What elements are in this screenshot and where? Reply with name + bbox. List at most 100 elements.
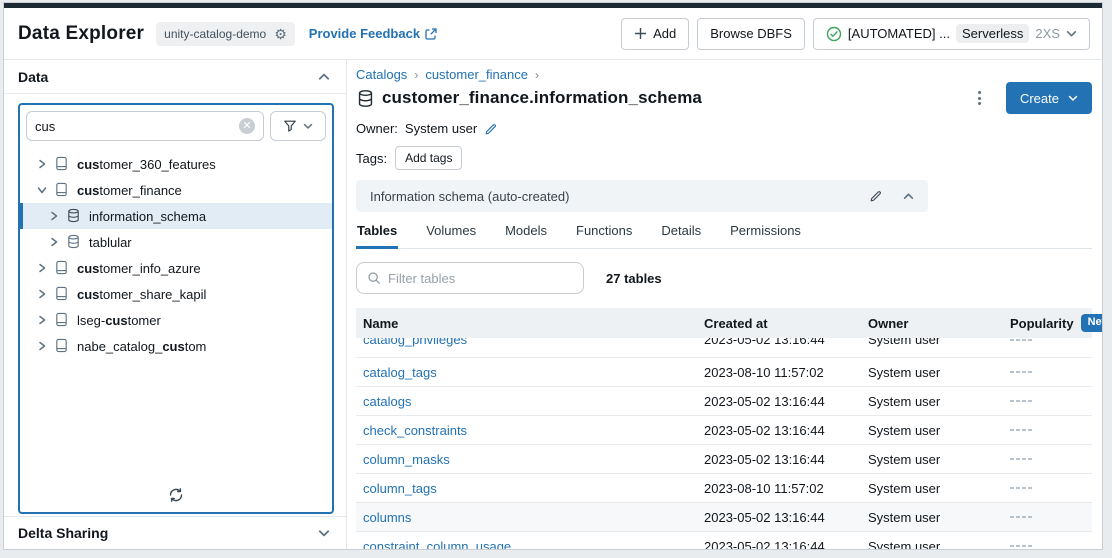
provide-feedback-label: Provide Feedback: [309, 26, 420, 41]
clear-search-icon[interactable]: ✕: [239, 118, 255, 134]
filter-tables-box[interactable]: [356, 262, 584, 294]
chevron-down-icon[interactable]: [34, 185, 50, 195]
tree-item[interactable]: lseg-customer: [20, 307, 332, 333]
delta-sharing-title: Delta Sharing: [18, 525, 108, 541]
table-header-row: NameCreated atOwnerPopularityNew: [356, 308, 1092, 338]
tables-count: 27 tables: [606, 271, 662, 286]
popularity-sparkline-placeholder: [1010, 429, 1092, 431]
table-row[interactable]: columns2023-05-02 13:16:44System user: [356, 503, 1092, 532]
workspace-badge-label: unity-catalog-demo: [164, 27, 266, 41]
tags-row: Tags: Add tags: [356, 146, 1092, 170]
tab-permissions[interactable]: Permissions: [729, 223, 802, 248]
column-header[interactable]: Created at: [704, 316, 868, 331]
owner-cell: System user: [868, 510, 1010, 525]
delta-sharing-section[interactable]: Delta Sharing: [4, 516, 346, 549]
tree-item[interactable]: customer_finance: [20, 177, 332, 203]
table-name-link[interactable]: check_constraints: [363, 423, 467, 438]
app-header: Data Explorer unity-catalog-demo ⚙ Provi…: [4, 8, 1102, 60]
funnel-icon: [283, 119, 297, 133]
filter-tables-input[interactable]: [388, 271, 573, 286]
tree-item-label: tablular: [89, 235, 132, 250]
tree-item-label: customer_info_azure: [77, 261, 201, 276]
table-row[interactable]: constraint_column_usage2023-05-02 13:16:…: [356, 532, 1092, 549]
app-window: Data Explorer unity-catalog-demo ⚙ Provi…: [3, 2, 1103, 550]
add-button[interactable]: Add: [621, 18, 689, 50]
catalog-search-box[interactable]: ✕: [26, 111, 264, 141]
provide-feedback-link[interactable]: Provide Feedback: [309, 26, 437, 41]
chevron-right-icon[interactable]: [46, 211, 62, 221]
gear-icon[interactable]: ⚙: [274, 27, 287, 41]
table-row[interactable]: check_constraints2023-05-02 13:16:44Syst…: [356, 416, 1092, 445]
popularity-sparkline-placeholder: [1010, 545, 1092, 547]
table-name-link[interactable]: column_masks: [363, 452, 450, 467]
tree-item[interactable]: customer_360_features: [20, 151, 332, 177]
refresh-icon[interactable]: [168, 487, 184, 503]
tab-functions[interactable]: Functions: [575, 223, 633, 248]
schema-icon: [356, 89, 375, 108]
chevron-right-icon[interactable]: [34, 159, 50, 169]
add-tags-button[interactable]: Add tags: [395, 146, 462, 170]
chevron-right-icon[interactable]: [34, 263, 50, 273]
owner-row: Owner: System user: [356, 121, 1092, 136]
chevron-right-icon[interactable]: [34, 289, 50, 299]
created-at-cell: 2023-05-02 13:16:44: [704, 338, 868, 347]
cluster-selector[interactable]: [AUTOMATED] ... Serverless 2XS: [813, 18, 1090, 50]
chevron-right-icon[interactable]: [34, 341, 50, 351]
tree-item[interactable]: customer_share_kapil: [20, 281, 332, 307]
column-header[interactable]: PopularityNew: [1010, 314, 1102, 331]
tree-item[interactable]: nabe_catalog_custom: [20, 333, 332, 359]
table-row[interactable]: catalog_tags2023-08-10 11:57:02System us…: [356, 358, 1092, 387]
table-row[interactable]: catalogs2023-05-02 13:16:44System user: [356, 387, 1092, 416]
tab-tables[interactable]: Tables: [356, 223, 398, 249]
edit-owner-icon[interactable]: [484, 122, 498, 136]
column-header[interactable]: Owner: [868, 316, 1010, 331]
created-at-cell: 2023-05-02 13:16:44: [704, 423, 868, 438]
table-name-link[interactable]: catalogs: [363, 394, 411, 409]
popularity-sparkline-placeholder: [1010, 400, 1092, 402]
column-header-label: Popularity: [1010, 316, 1074, 331]
popularity-sparkline-placeholder: [1010, 487, 1092, 489]
create-button[interactable]: Create: [1006, 82, 1092, 114]
tab-bar: Tables Volumes Models Functions Details Permi…: [356, 223, 1092, 249]
table-name-link[interactable]: catalog_privileges: [363, 338, 467, 347]
catalog-search-input[interactable]: [35, 119, 239, 134]
table-row[interactable]: column_tags2023-08-10 11:57:02System use…: [356, 474, 1092, 503]
tree-item[interactable]: customer_info_azure: [20, 255, 332, 281]
tree-item[interactable]: tablular: [20, 229, 332, 255]
workspace-badge[interactable]: unity-catalog-demo ⚙: [156, 22, 295, 46]
tab-details[interactable]: Details: [660, 223, 702, 248]
collapse-banner-icon[interactable]: [903, 191, 914, 202]
filter-dropdown-button[interactable]: [270, 111, 326, 141]
breadcrumb-link[interactable]: customer_finance: [425, 67, 528, 82]
table-name-link[interactable]: column_tags: [363, 481, 437, 496]
chevron-right-icon[interactable]: [34, 315, 50, 325]
table-name-link[interactable]: catalog_tags: [363, 365, 437, 380]
comment-banner: Information schema (auto-created): [356, 180, 928, 212]
schema-icon: [66, 208, 82, 224]
tab-volumes[interactable]: Volumes: [425, 223, 477, 248]
entity-title-row: customer_finance.information_schema Crea…: [356, 84, 1092, 112]
table-row[interactable]: column_masks2023-05-02 13:16:44System us…: [356, 445, 1092, 474]
add-button-label: Add: [653, 26, 676, 41]
breadcrumb-link[interactable]: Catalogs: [356, 67, 407, 82]
browse-dbfs-label: Browse DBFS: [710, 26, 792, 41]
column-header-label: Name: [363, 316, 398, 331]
catalog-tree: customer_360_featurescustomer_financeinf…: [20, 147, 332, 359]
header-actions: Add Browse DBFS [AUTOMATED] ... Serverle…: [621, 18, 1090, 50]
catalog-icon: [54, 260, 70, 276]
created-at-cell: 2023-05-02 13:16:44: [704, 452, 868, 467]
chevron-up-icon[interactable]: [318, 71, 330, 83]
table-name-link[interactable]: constraint_column_usage: [363, 539, 511, 550]
table-row[interactable]: catalog_privileges2023-05-02 13:16:44Sys…: [356, 338, 1092, 358]
tree-item[interactable]: information_schema: [20, 203, 332, 229]
data-section-header[interactable]: Data: [4, 60, 346, 94]
edit-comment-icon[interactable]: [869, 189, 883, 203]
chevron-down-icon[interactable]: [318, 527, 330, 539]
data-sidebar: Data ✕: [4, 60, 347, 549]
chevron-right-icon[interactable]: [46, 237, 62, 247]
more-actions-button[interactable]: [968, 86, 992, 110]
table-name-link[interactable]: columns: [363, 510, 411, 525]
column-header[interactable]: Name: [356, 316, 704, 331]
tab-models[interactable]: Models: [504, 223, 548, 248]
browse-dbfs-button[interactable]: Browse DBFS: [697, 18, 805, 50]
